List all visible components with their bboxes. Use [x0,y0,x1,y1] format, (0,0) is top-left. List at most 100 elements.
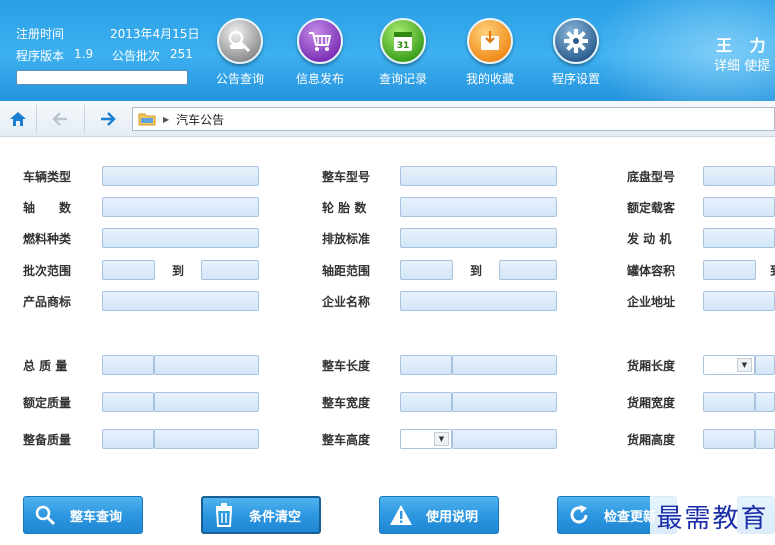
cargo-height-min-input[interactable] [703,429,755,449]
batch-range-from-input[interactable] [102,260,155,280]
folder-icon [138,112,156,126]
wheelbase-from-input[interactable] [400,260,453,280]
home-icon [10,111,26,126]
cargo-height-max-input[interactable] [755,429,775,449]
vehicle-model-input[interactable] [400,166,557,186]
axle-count-input[interactable] [102,197,259,217]
breadcrumb-arrow-icon: ▶ [163,114,170,124]
label-wheelbase-range: 轴距范围 [322,264,371,278]
rated-passengers-input[interactable] [703,197,775,217]
company-address-input[interactable] [703,291,775,311]
label-chassis-model: 底盘型号 [627,170,676,184]
total-mass-min-input[interactable] [102,355,154,375]
wheelbase-to-label: 到 [470,264,483,278]
wheelbase-to-input[interactable] [499,260,557,280]
chevron-down-icon: ▼ [737,358,752,372]
label-product-brand: 产品商标 [23,295,72,309]
gear-icon [553,18,599,64]
nav-label: 查询记录 [378,72,427,86]
forward-button[interactable] [90,101,126,136]
label-vehicle-type: 车辆类型 [23,170,72,184]
home-button[interactable] [0,101,36,136]
label-vehicle-length: 整车长度 [322,359,371,373]
label-tank-volume: 罐体容积 [627,264,676,278]
back-button[interactable] [42,101,78,136]
label-rated-passengers: 额定载客 [627,201,676,215]
label-total-mass: 总 质 量 [23,359,68,373]
nav-notice-query[interactable]: 公告查询 [200,18,280,90]
vehicle-width-min-input[interactable] [400,392,452,412]
label-fuel-type: 燃料种类 [23,232,72,246]
user-links[interactable]: 详细 使提 [714,55,770,74]
emission-standard-input[interactable] [400,228,557,248]
label-vehicle-height: 整车高度 [322,433,371,447]
toolbar-separator [84,105,85,133]
vehicle-query-button[interactable]: 整车查询 [23,496,143,534]
nav-program-settings[interactable]: 程序设置 [536,18,616,90]
nav-query-records[interactable]: 31 查询记录 [363,18,443,90]
label-cargo-length: 货厢长度 [627,359,676,373]
fuel-type-input[interactable] [102,228,259,248]
calendar-icon: 31 [380,18,426,64]
label-tire-count: 轮 胎 数 [322,201,367,215]
instructions-label: 使用说明 [426,509,479,525]
product-brand-input[interactable] [102,291,259,311]
register-label: 注册时间 [16,27,65,41]
cargo-length-input[interactable] [755,355,775,375]
cargo-width-max-input[interactable] [755,392,775,412]
label-axle-count: 轴 数 [23,201,72,215]
forward-arrow-icon [101,111,116,126]
nav-info-publish[interactable]: 信息发布 [280,18,360,90]
chevron-down-icon: ▼ [434,432,449,446]
vehicle-length-min-input[interactable] [400,355,452,375]
trash-icon [209,500,239,530]
vehicle-height-select[interactable]: ▼ [400,429,452,449]
progress-bar [16,70,188,85]
engine-input[interactable] [703,228,775,248]
total-mass-max-input[interactable] [154,355,259,375]
user-name: 王 力 涛 [716,36,775,55]
vehicle-type-input[interactable] [102,166,259,186]
company-name-input[interactable] [400,291,557,311]
toolbar-separator [36,105,37,133]
nav-label: 程序设置 [551,72,600,86]
cargo-width-min-input[interactable] [703,392,755,412]
check-update-label: 检查更新 [604,509,657,525]
label-company-address: 企业地址 [627,295,676,309]
address-bar[interactable]: ▶ 汽车公告 [132,107,775,131]
cargo-length-select[interactable]: ▼ [703,355,755,375]
version-label: 程序版本 [16,49,65,63]
register-date: 2013年4月15日 [110,27,200,41]
version-value: 1.9 [74,47,94,61]
clear-conditions-button[interactable]: 条件清空 [201,496,321,534]
nav-label: 信息发布 [295,72,344,86]
clear-conditions-label: 条件清空 [249,509,302,525]
back-arrow-icon [52,111,67,126]
watermark: 最需教育 [650,496,775,536]
vehicle-width-max-input[interactable] [452,392,557,412]
navigation-toolbar: ▶ 汽车公告 [0,101,775,137]
batch-range-to-input[interactable] [201,260,259,280]
tank-volume-from-input[interactable] [703,260,756,280]
label-curb-mass: 整备质量 [23,433,72,447]
curb-mass-max-input[interactable] [154,429,259,449]
curb-mass-min-input[interactable] [102,429,154,449]
vehicle-length-max-input[interactable] [452,355,557,375]
instructions-button[interactable]: 使用说明 [379,496,499,534]
warning-icon [386,500,416,530]
tire-count-input[interactable] [400,197,557,217]
vehicle-height-input[interactable] [452,429,557,449]
label-cargo-width: 货厢宽度 [627,396,676,410]
label-engine: 发 动 机 [627,232,672,246]
car-search-icon [217,18,263,64]
vehicle-query-label: 整车查询 [70,509,123,525]
svg-text:31: 31 [397,41,410,51]
label-company-name: 企业名称 [322,295,371,309]
batch-value: 251 [170,47,193,61]
nav-my-favorites[interactable]: 我的收藏 [450,18,530,90]
rated-mass-min-input[interactable] [102,392,154,412]
chassis-model-input[interactable] [703,166,775,186]
rated-mass-max-input[interactable] [154,392,259,412]
favorites-box-icon [467,18,513,64]
nav-label: 公告查询 [215,72,264,86]
